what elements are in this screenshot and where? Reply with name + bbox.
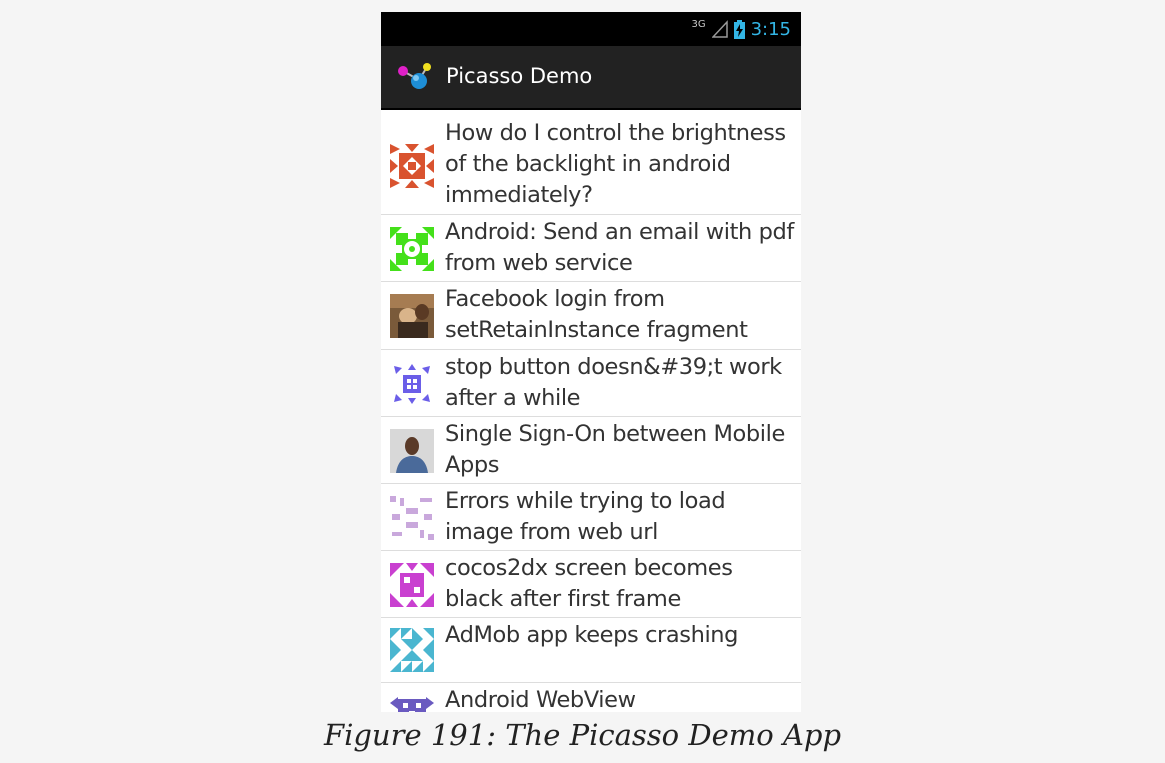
signal-icon [711, 20, 728, 38]
phone-screen: 3G 3:15 Picasso Demo How do I control th… [381, 12, 801, 712]
list-item[interactable]: Android WebView [381, 683, 801, 712]
list-item[interactable]: Android: Send an email with pdf from web… [381, 215, 801, 282]
avatar [390, 294, 434, 338]
list-item[interactable]: How do I control the brightness of the b… [381, 116, 801, 215]
status-bar: 3G 3:15 [381, 12, 801, 46]
list-item[interactable]: cocos2dx screen becomes black after firs… [381, 551, 801, 618]
network-type-label: 3G [691, 18, 706, 30]
question-title: Android: Send an email with pdf from web… [445, 219, 794, 276]
avatar [390, 362, 434, 406]
status-clock: 3:15 [750, 18, 791, 40]
avatar [390, 227, 434, 271]
list-item[interactable]: Single Sign-On between Mobile Apps [381, 417, 801, 484]
question-title: Single Sign-On between Mobile Apps [445, 421, 785, 478]
app-title: Picasso Demo [446, 64, 593, 88]
picasso-app-icon[interactable] [397, 61, 433, 93]
figure-frame: 3G 3:15 Picasso Demo How do I control th… [0, 0, 1165, 763]
question-title: cocos2dx screen becomes black after firs… [445, 555, 733, 612]
list-item[interactable]: AdMob app keeps crashing [381, 618, 801, 683]
avatar [390, 496, 434, 540]
avatar [390, 628, 434, 672]
list-item[interactable]: stop button doesn&#39;t work after a whi… [381, 350, 801, 417]
avatar [390, 144, 434, 188]
question-title: AdMob app keeps crashing [445, 622, 739, 648]
battery-charging-icon [733, 19, 745, 39]
status-icons: 3G 3:15 [691, 16, 791, 42]
question-title: Android WebView [445, 687, 636, 712]
question-list[interactable]: How do I control the brightness of the b… [381, 116, 801, 712]
list-item[interactable]: Errors while trying to load image from w… [381, 484, 801, 551]
action-bar: Picasso Demo [381, 46, 801, 110]
avatar [390, 697, 434, 712]
question-title: Facebook login from setRetainInstance fr… [445, 286, 748, 343]
list-item[interactable]: Facebook login from setRetainInstance fr… [381, 282, 801, 350]
question-title: Errors while trying to load image from w… [445, 488, 726, 545]
avatar [390, 563, 434, 607]
question-title: How do I control the brightness of the b… [445, 120, 786, 208]
avatar [390, 429, 434, 473]
question-title: stop button doesn&#39;t work after a whi… [445, 354, 782, 411]
figure-caption: Figure 191: The Picasso Demo App [323, 718, 842, 752]
